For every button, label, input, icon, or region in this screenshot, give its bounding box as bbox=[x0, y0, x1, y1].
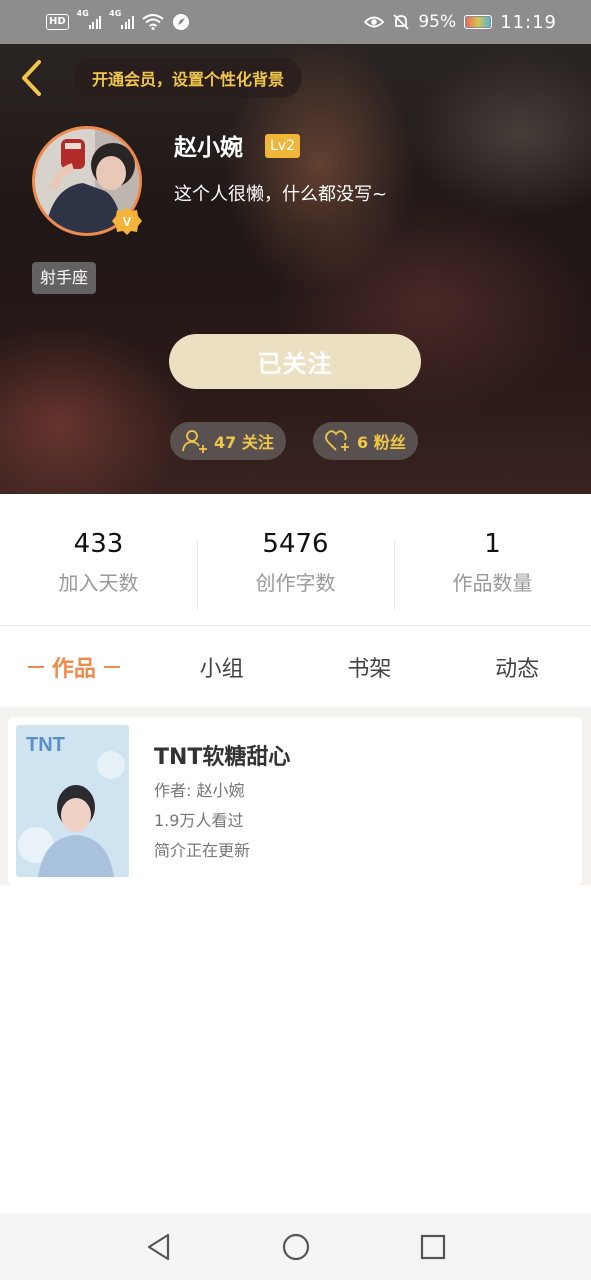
mute-bell-icon bbox=[393, 14, 409, 30]
status-right: 95% 11:19 bbox=[364, 12, 557, 33]
stat-value: 1 bbox=[484, 529, 501, 559]
heart-plus-icon bbox=[325, 430, 349, 451]
stat-value: 5476 bbox=[262, 529, 329, 559]
zodiac-tag: 射手座 bbox=[32, 262, 97, 294]
verified-v-badge-icon: V bbox=[112, 207, 142, 235]
tab-bookshelf[interactable]: 书架 bbox=[296, 627, 444, 707]
avatar-container[interactable]: V bbox=[32, 126, 142, 236]
nav-recents-button[interactable] bbox=[413, 1227, 453, 1267]
book-intro: 简介正在更新 bbox=[154, 841, 251, 860]
work-card[interactable]: TNT TNT软糖甜心 作者: 赵小婉 1.9万人看过 简介正在更新 bbox=[8, 717, 582, 885]
battery-percent: 95% bbox=[418, 12, 457, 32]
stat-works-count: 1 作品数量 bbox=[394, 494, 591, 625]
system-navigation-bar bbox=[0, 1214, 591, 1280]
tab-label: 书架 bbox=[347, 657, 392, 682]
user-name: 赵小婉 bbox=[174, 135, 243, 161]
chevron-left-icon bbox=[22, 60, 41, 96]
compass-icon bbox=[172, 14, 189, 30]
hd-indicator: HD bbox=[46, 14, 69, 30]
tab-works[interactable]: 作品 bbox=[0, 627, 148, 707]
tab-activity[interactable]: 动态 bbox=[443, 627, 591, 707]
tab-indicator bbox=[27, 666, 44, 668]
vip-background-banner[interactable]: 开通会员，设置个性化背景 bbox=[74, 58, 303, 98]
fans-chip[interactable]: 6 粉丝 bbox=[313, 422, 418, 460]
stat-label: 创作字数 bbox=[255, 571, 336, 595]
stats-row: 433 加入天数 5476 创作字数 1 作品数量 bbox=[0, 494, 591, 626]
tab-label: 作品 bbox=[51, 657, 96, 682]
svg-text:TNT: TNT bbox=[26, 734, 65, 756]
stat-label: 作品数量 bbox=[452, 571, 533, 595]
svg-text:V: V bbox=[123, 214, 132, 229]
stat-word-count: 5476 创作字数 bbox=[197, 494, 394, 625]
tab-label: 小组 bbox=[199, 657, 244, 682]
user-bio: 这个人很懒，什么都没写~ bbox=[174, 184, 388, 205]
tab-label: 动态 bbox=[495, 657, 540, 682]
fans-count: 6 粉丝 bbox=[357, 433, 406, 452]
status-bar: HD 4G 4G 95% 11:19 bbox=[0, 0, 591, 44]
triangle-back-icon bbox=[147, 1233, 169, 1261]
eye-icon bbox=[364, 16, 385, 28]
profile-tabs: 作品 小组 书架 动态 bbox=[0, 627, 591, 707]
nav-home-button[interactable] bbox=[276, 1227, 316, 1267]
book-author: 作者: 赵小婉 bbox=[154, 781, 245, 800]
book-cover: TNT bbox=[16, 725, 129, 877]
signal-icon: 4G bbox=[109, 9, 134, 29]
book-views: 1.9万人看过 bbox=[154, 811, 244, 830]
following-chip[interactable]: 47 关注 bbox=[170, 422, 286, 460]
follow-button[interactable]: 已关注 bbox=[169, 334, 421, 389]
wifi-icon bbox=[142, 14, 164, 30]
vip-banner-text: 开通会员，设置个性化背景 bbox=[92, 70, 285, 89]
stat-value: 433 bbox=[73, 529, 124, 559]
circle-home-icon bbox=[282, 1233, 309, 1261]
book-title: TNT软糖甜心 bbox=[154, 745, 291, 770]
profile-header: 开通会员，设置个性化背景 V 赵小婉 Lv2 这个人很懒，什么都没写~ 射手座 … bbox=[0, 44, 591, 494]
level-badge: Lv2 bbox=[265, 134, 300, 158]
square-recents-icon bbox=[420, 1234, 445, 1260]
status-left: HD 4G 4G bbox=[46, 9, 190, 31]
stat-label: 加入天数 bbox=[58, 571, 139, 595]
following-count: 47 关注 bbox=[214, 433, 274, 452]
clock: 11:19 bbox=[500, 11, 557, 33]
tab-indicator bbox=[103, 666, 120, 668]
stat-join-days: 433 加入天数 bbox=[0, 494, 197, 625]
tab-group[interactable]: 小组 bbox=[148, 627, 296, 707]
book-cover-image: TNT bbox=[16, 725, 129, 877]
back-button[interactable] bbox=[14, 58, 48, 98]
user-plus-icon bbox=[182, 430, 207, 453]
signal-icon: 4G bbox=[77, 9, 102, 29]
battery-icon bbox=[464, 15, 493, 29]
nav-back-button[interactable] bbox=[139, 1227, 179, 1267]
